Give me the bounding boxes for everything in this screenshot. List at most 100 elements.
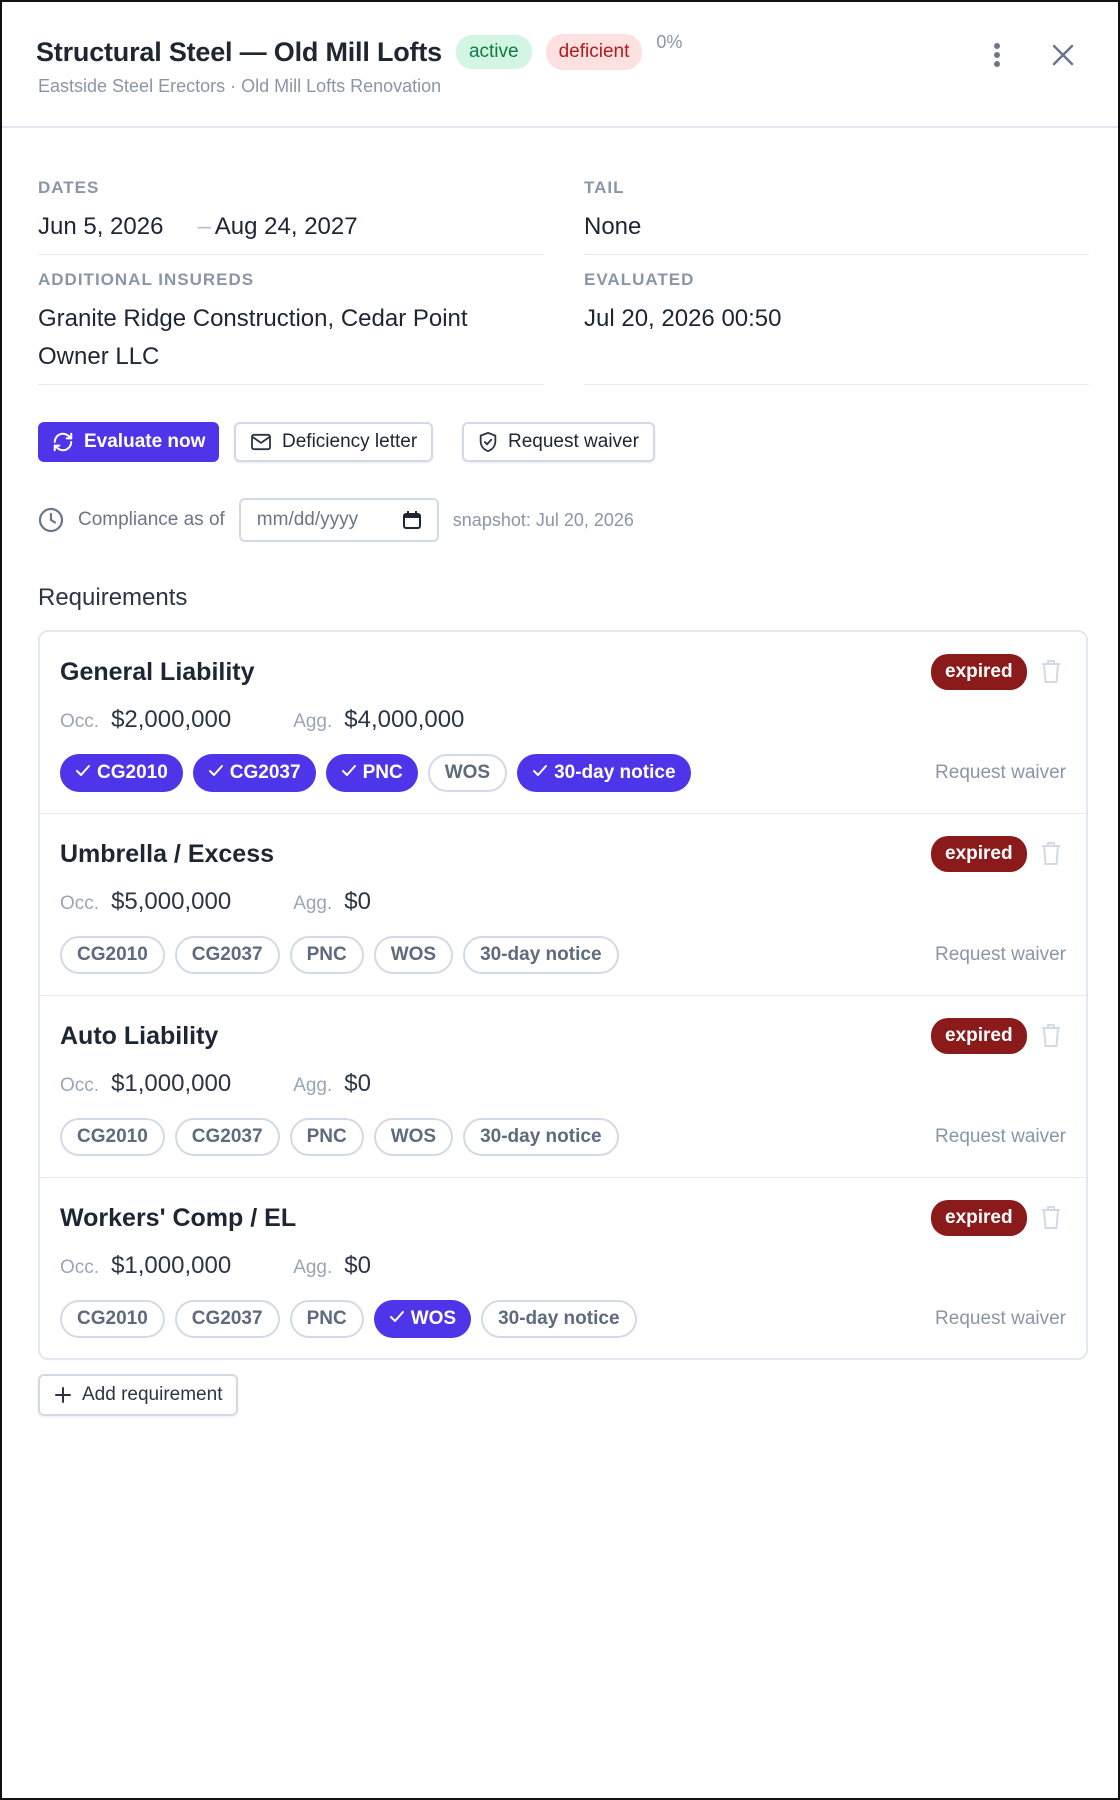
status-badge-active: active (455, 35, 532, 69)
endorsement-chip-label: 30-day notice (480, 944, 602, 965)
request-waiver-link[interactable]: Request waiver (935, 762, 1066, 784)
status-badge: expired (931, 1018, 1027, 1054)
endorsement-chip[interactable]: PNC (289, 1118, 364, 1156)
agg-label: Agg. (293, 711, 333, 732)
check-icon (208, 762, 224, 784)
endorsement-chips: CG2010 CG2037 PNC WOS 30-day notice (60, 754, 691, 792)
endorsement-chip[interactable]: CG2037 (174, 1300, 280, 1338)
request-waiver-link[interactable]: Request waiver (935, 944, 1066, 966)
request-waiver-link[interactable]: Request waiver (935, 1308, 1066, 1330)
requirement-name: Umbrella / Excess (60, 840, 275, 868)
calendar-icon[interactable] (402, 511, 421, 529)
endorsement-chip[interactable]: 30-day notice (463, 1118, 619, 1156)
divider (38, 254, 544, 255)
endorsement-chip-label: WOS (390, 944, 437, 965)
additional-insureds-field: ADDITIONAL INSUREDS Granite Ridge Constr… (38, 270, 544, 376)
endorsement-chips: CG2010 CG2037 PNC WOS 30-day notice (60, 936, 619, 974)
agg-value: $4,000,000 (344, 706, 465, 733)
agg-value: $0 (344, 888, 371, 915)
evaluated-field: EVALUATED Jul 20, 2026 00:50 (584, 270, 1089, 338)
endorsement-chip-label: CG2010 (77, 1308, 148, 1329)
status-badge: expired (931, 836, 1027, 872)
endorsement-chip[interactable]: WOS (373, 1118, 454, 1156)
deficiency-letter-label: Deficiency letter (282, 431, 418, 452)
endorsement-chip[interactable]: WOS (427, 754, 508, 792)
compliance-date-input[interactable]: mm/dd/yyyy (238, 498, 439, 542)
endorsement-chip[interactable]: PNC (325, 754, 418, 792)
compliance-percent: 0% (656, 32, 683, 52)
endorsement-chip[interactable]: CG2037 (174, 936, 280, 974)
trash-icon[interactable] (1039, 1204, 1063, 1230)
requirement-row: Workers' Comp / EL expired Occ. $1,000,000 A… (40, 1178, 1086, 1360)
more-options-button[interactable] (982, 40, 1012, 70)
endorsement-chips: CG2010 CG2037 PNC WOS 30-day notice (60, 1300, 637, 1338)
endorsement-chip[interactable]: PNC (289, 936, 364, 974)
agg-label: Agg. (293, 893, 333, 914)
endorsement-chip-label: WOS (390, 1126, 437, 1147)
more-vertical-icon (994, 43, 1000, 67)
endorsement-chip-label: PNC (362, 762, 403, 783)
shield-check-icon (479, 431, 497, 453)
requirement-row: Umbrella / Excess expired Occ. $5,000,000 Ag… (40, 814, 1086, 996)
status-badge-deficient: deficient (545, 34, 643, 70)
tail-label: TAIL (584, 178, 625, 197)
compliance-as-of-row: Compliance as of mm/dd/yyyy snapshot: Ju… (38, 498, 634, 542)
endorsement-chip[interactable]: CG2010 (60, 936, 165, 974)
snapshot-text: snapshot: Jul 20, 2026 (452, 509, 634, 530)
endorsement-chip[interactable]: 30-day notice (517, 754, 691, 792)
plus-icon (55, 1387, 71, 1403)
evaluate-now-label: Evaluate now (84, 431, 206, 452)
deficiency-letter-button[interactable]: Deficiency letter (234, 422, 434, 462)
endorsement-chip[interactable]: CG2037 (192, 754, 316, 792)
trash-icon[interactable] (1039, 658, 1063, 684)
requirements-list: General Liability expired Occ. $2,000,000 Ag… (38, 630, 1088, 1360)
endorsement-chip[interactable]: CG2010 (60, 1300, 165, 1338)
endorsement-chip[interactable]: WOS (373, 1300, 472, 1338)
occ-label: Occ. (60, 1257, 100, 1278)
requirement-name: Auto Liability (60, 1022, 219, 1050)
occ-label: Occ. (60, 711, 100, 732)
check-icon (75, 762, 91, 784)
close-button[interactable] (1048, 40, 1078, 70)
limits: Occ. $1,000,000 Agg. $0 (60, 1252, 371, 1280)
trash-icon[interactable] (1039, 1022, 1063, 1048)
endorsement-chip-label: CG2010 (97, 762, 168, 783)
date-separator: – (197, 213, 211, 240)
start-date: Jun 5, 2026 (38, 213, 164, 240)
evaluate-now-button[interactable]: Evaluate now (38, 422, 220, 462)
check-icon (532, 762, 548, 784)
end-date: Aug 24, 2027 (214, 213, 358, 240)
endorsement-chip-label: CG2037 (191, 1308, 263, 1329)
endorsement-chip[interactable]: 30-day notice (481, 1300, 637, 1338)
agg-label: Agg. (293, 1075, 333, 1096)
occ-label: Occ. (60, 893, 100, 914)
endorsement-chip-label: CG2037 (191, 1126, 263, 1147)
endorsement-chip[interactable]: CG2010 (60, 1118, 165, 1156)
endorsement-chip[interactable]: WOS (373, 936, 454, 974)
request-waiver-link[interactable]: Request waiver (935, 1126, 1066, 1148)
trash-icon[interactable] (1039, 840, 1063, 866)
additional-insureds-label: ADDITIONAL INSUREDS (38, 270, 255, 289)
close-icon (1052, 44, 1074, 66)
endorsement-chip-label: PNC (306, 1308, 347, 1329)
limits: Occ. $1,000,000 Agg. $0 (60, 1070, 371, 1098)
divider (38, 384, 544, 385)
add-requirement-button[interactable]: Add requirement (38, 1374, 239, 1416)
request-waiver-label: Request waiver (508, 431, 639, 452)
divider (584, 254, 1089, 255)
dates-label: DATES (38, 178, 100, 197)
endorsement-chip[interactable]: 30-day notice (463, 936, 619, 974)
check-icon (341, 762, 357, 784)
request-waiver-button[interactable]: Request waiver (462, 422, 655, 462)
agg-label: Agg. (293, 1257, 333, 1278)
drawer-header: Structural Steel — Old Mill Lofts active… (2, 2, 1118, 128)
endorsement-chip[interactable]: CG2037 (174, 1118, 280, 1156)
title-row: Structural Steel — Old Mill Lofts active… (36, 32, 683, 70)
clock-icon (38, 507, 64, 533)
status-badge: expired (931, 1200, 1027, 1236)
endorsement-chip[interactable]: CG2010 (60, 754, 183, 792)
requirement-name: Workers' Comp / EL (60, 1204, 297, 1232)
endorsement-chip[interactable]: PNC (289, 1300, 364, 1338)
tail-value: None (584, 213, 642, 240)
evaluated-label: EVALUATED (584, 270, 695, 289)
